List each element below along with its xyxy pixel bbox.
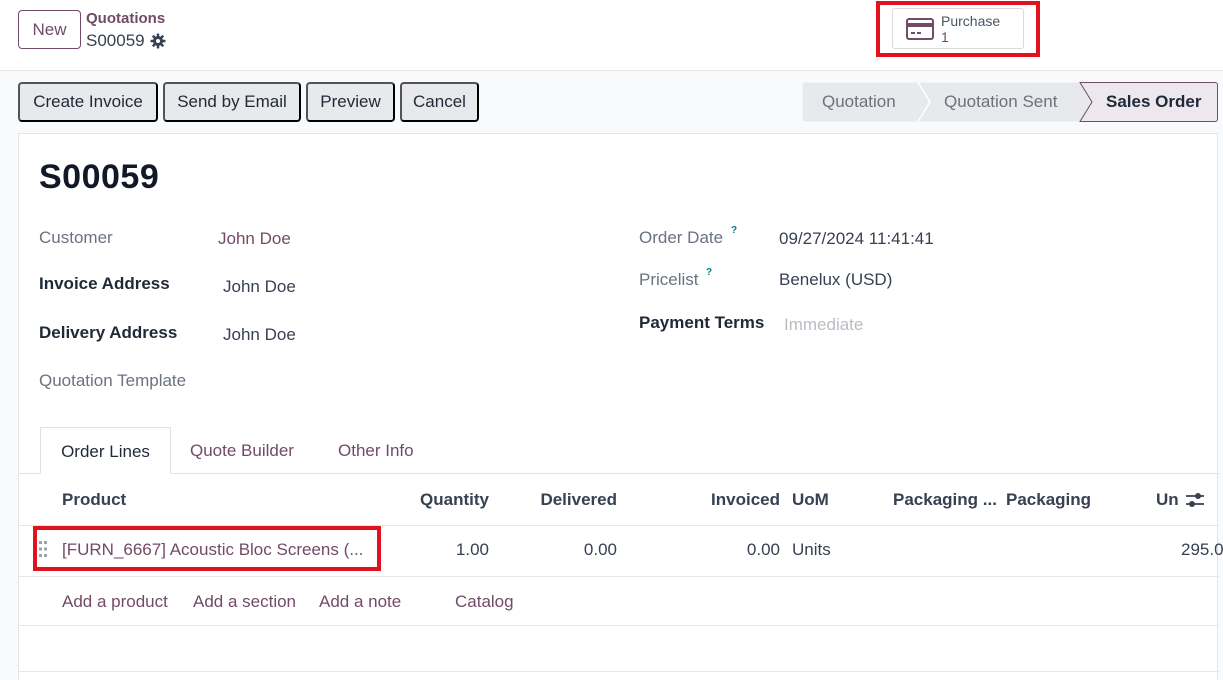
column-uom[interactable]: UoM — [792, 490, 829, 510]
gear-icon[interactable] — [150, 33, 166, 49]
column-packaging-qty[interactable]: Packaging ... — [893, 490, 997, 510]
form-sheet: S00059 Customer John Doe Invoice Address… — [18, 133, 1223, 680]
pricelist-label: Pricelist — [639, 270, 699, 289]
row-invoiced[interactable]: 0.00 — [679, 540, 780, 560]
invoice-address-field[interactable]: John Doe — [223, 277, 296, 297]
highlight-box-purchase — [876, 1, 1040, 57]
column-delivered[interactable]: Delivered — [519, 490, 617, 510]
column-packaging[interactable]: Packaging — [1006, 490, 1091, 510]
control-panel: New Quotations S00059 Purchase 1 — [0, 0, 1223, 71]
pricelist-field[interactable]: Benelux (USD) — [779, 270, 892, 290]
order-date-field[interactable]: 09/27/2024 11:41:41 — [779, 229, 934, 249]
optional-columns-icon[interactable] — [1185, 491, 1205, 509]
invoice-address-label: Invoice Address — [39, 274, 170, 293]
column-invoiced[interactable]: Invoiced — [679, 490, 780, 510]
tab-order-lines[interactable]: Order Lines — [40, 427, 171, 474]
quotation-template-label: Quotation Template — [39, 371, 187, 390]
tab-quote-builder[interactable]: Quote Builder — [190, 427, 294, 474]
add-section-link[interactable]: Add a section — [193, 592, 296, 612]
delivery-address-field[interactable]: John Doe — [223, 325, 296, 345]
row-delivered[interactable]: 0.00 — [519, 540, 617, 560]
table-footer-divider — [19, 625, 1219, 626]
cancel-button[interactable]: Cancel — [400, 82, 479, 122]
order-date-label: Order Date — [639, 228, 724, 247]
customer-label: Customer — [39, 228, 113, 247]
add-product-link[interactable]: Add a product — [62, 592, 168, 612]
page-title: S00059 — [39, 158, 160, 196]
column-unit-price[interactable]: Un — [1156, 490, 1179, 510]
highlight-box-product — [33, 526, 381, 571]
stage-quotation[interactable]: Quotation — [822, 82, 896, 122]
send-email-button[interactable]: Send by Email — [163, 82, 301, 122]
table-row-divider — [19, 576, 1219, 577]
row-quantity[interactable]: 1.00 — [399, 540, 489, 560]
stage-sales-order[interactable]: Sales Order — [1106, 82, 1201, 122]
row-unit-price[interactable]: 295.0 — [1181, 540, 1223, 560]
breadcrumb-current-label: S00059 — [86, 31, 145, 50]
row-uom[interactable]: Units — [792, 540, 831, 560]
payment-terms-field[interactable]: Immediate — [784, 315, 863, 335]
catalog-link[interactable]: Catalog — [455, 592, 514, 612]
order-date-help-icon[interactable]: ? — [731, 225, 737, 236]
stage-quotation-sent[interactable]: Quotation Sent — [944, 82, 1057, 122]
payment-terms-label: Payment Terms — [639, 313, 765, 332]
customer-field[interactable]: John Doe — [218, 229, 291, 249]
preview-button[interactable]: Preview — [306, 82, 395, 122]
column-quantity[interactable]: Quantity — [399, 490, 489, 510]
breadcrumb-quotations[interactable]: Quotations — [86, 10, 165, 27]
add-note-link[interactable]: Add a note — [319, 592, 401, 612]
column-product[interactable]: Product — [62, 490, 126, 510]
pricelist-help-icon[interactable]: ? — [706, 267, 712, 278]
delivery-address-label: Delivery Address — [39, 323, 178, 342]
create-invoice-button[interactable]: Create Invoice — [18, 82, 158, 122]
status-bar: Quotation Quotation Sent Sales Order — [802, 82, 1218, 122]
table-bottom-divider — [19, 671, 1219, 672]
breadcrumb-current: S00059 — [86, 31, 166, 51]
tab-other-info[interactable]: Other Info — [338, 427, 414, 474]
new-button[interactable]: New — [18, 10, 81, 49]
